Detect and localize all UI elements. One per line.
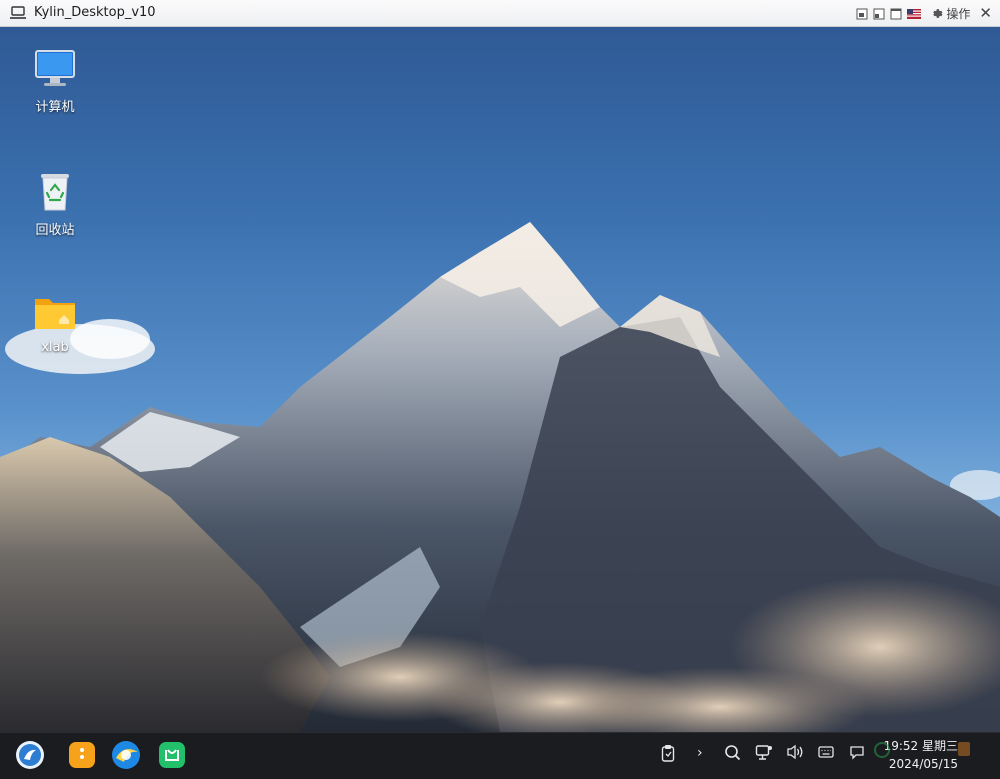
clock-date: 2024/05/15 [888, 757, 958, 771]
desktop-icon-label: xlab [41, 340, 69, 355]
browser-icon[interactable] [111, 740, 141, 770]
laptop-icon [10, 6, 26, 19]
computer-icon [35, 50, 75, 86]
network-icon[interactable] [755, 744, 773, 762]
clock[interactable]: 19:52 星期三 2024/05/15 [884, 737, 958, 773]
notification-icon[interactable] [849, 744, 865, 760]
close-icon[interactable]: ✕ [979, 6, 992, 21]
search-icon[interactable] [724, 744, 741, 761]
mountain-wallpaper [0, 222, 1000, 732]
expand-tray-icon[interactable]: › [697, 745, 703, 761]
trash-icon [41, 174, 69, 211]
keyboard-icon[interactable] [818, 744, 834, 760]
clock-time: 19:52 星期三 [883, 739, 958, 753]
operations-menu[interactable]: 操作 [930, 5, 970, 22]
gear-icon [933, 9, 943, 18]
desktop-icon-label: 回收站 [35, 223, 75, 238]
desktop-icon-trash[interactable]: 回收站 [10, 170, 100, 238]
restore-icon[interactable] [856, 8, 868, 20]
window-controls: 操作 ✕ [856, 5, 992, 22]
file-manager-icon[interactable] [67, 740, 97, 770]
taskbar: › 19:52 星期三 2024/05/15 [0, 732, 1000, 779]
desktop: 计算机 回收站 xlab [0, 27, 1000, 732]
minimize-icon[interactable] [873, 8, 885, 20]
app-store-icon[interactable] [157, 740, 187, 770]
operations-label: 操作 [946, 7, 971, 21]
start-menu-icon[interactable] [15, 740, 45, 770]
maximize-icon[interactable] [890, 8, 902, 20]
folder-icon [35, 299, 75, 329]
desktop-icon-computer[interactable]: 计算机 [10, 49, 100, 115]
desktop-icon-xlab-folder[interactable]: xlab [10, 293, 100, 355]
clipboard-icon[interactable] [661, 744, 675, 762]
window-title-bar: Kylin_Desktop_v10 操作 ✕ [0, 0, 1000, 27]
window-title: Kylin_Desktop_v10 [34, 5, 156, 20]
volume-icon[interactable] [786, 744, 804, 760]
desktop-icon-label: 计算机 [35, 100, 75, 115]
flag-icon[interactable] [907, 8, 922, 19]
